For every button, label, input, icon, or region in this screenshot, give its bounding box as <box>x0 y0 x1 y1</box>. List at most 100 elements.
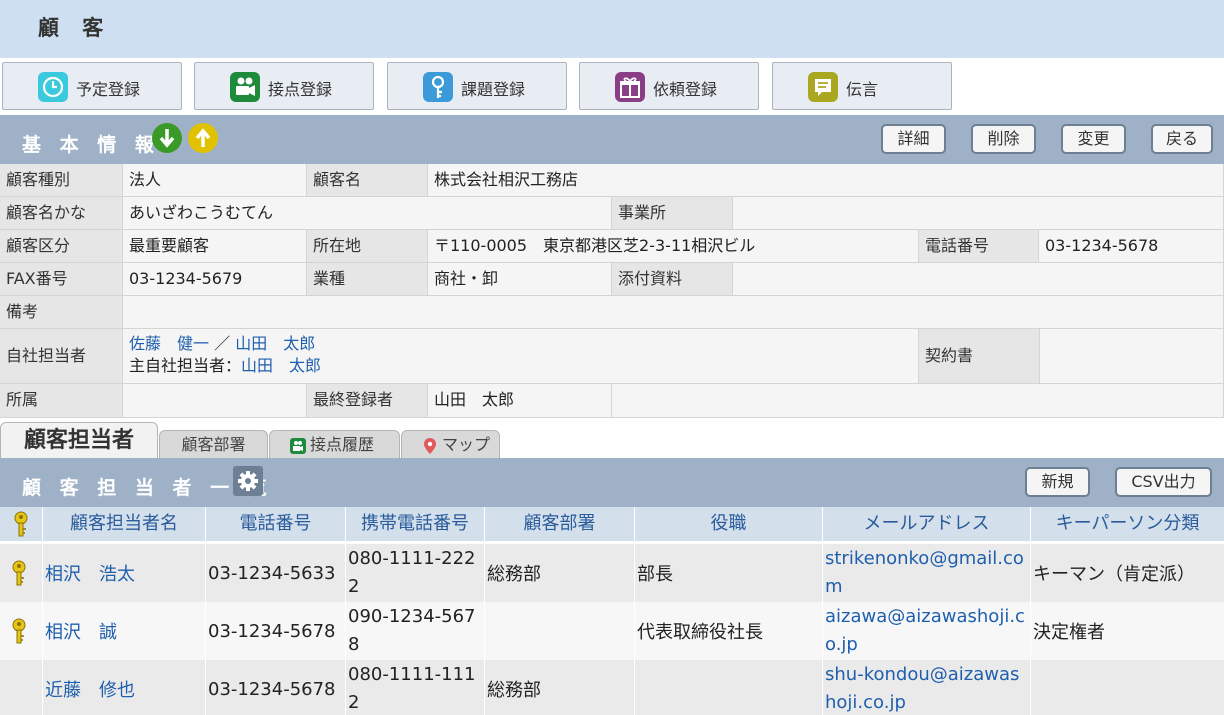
industry-label: 業種 <box>307 263 428 296</box>
edit-button[interactable]: 変更 <box>1061 124 1126 154</box>
tab-contact-history[interactable]: 接点履歴 <box>269 430 400 458</box>
request-register-button[interactable]: 依頼登録 <box>579 62 759 110</box>
contact-keyperson <box>1031 660 1224 715</box>
column-header-mobile[interactable]: 携帯電話番号 <box>346 507 485 541</box>
key-person-cell <box>0 602 43 660</box>
contact-position: 部長 <box>635 544 823 602</box>
tab-customer-departments[interactable]: 顧客部署 <box>159 430 268 458</box>
contract-value <box>1040 329 1224 384</box>
contact-position: 代表取締役社長 <box>635 602 823 660</box>
contact-email-link[interactable]: shu-kondou@aizawashoji.co.jp <box>823 660 1031 715</box>
phone-value: 03-1234-5678 <box>1039 230 1224 263</box>
contact-email-link[interactable]: aizawa@aizawashoji.co.jp <box>823 602 1031 660</box>
contact-phone: 03-1234-5678 <box>206 660 346 715</box>
message-button[interactable]: 伝言 <box>772 62 952 110</box>
column-header-department[interactable]: 顧客部署 <box>485 507 635 541</box>
fax-label: FAX番号 <box>0 263 123 296</box>
table-row[interactable]: 近藤 修也 03-1234-5678 080-1111-1112 総務部 shu… <box>0 660 1224 715</box>
note-icon <box>808 72 838 102</box>
phone-label: 電話番号 <box>919 230 1039 263</box>
main-staff-link[interactable]: 山田 太郎 <box>241 356 321 375</box>
column-header-name[interactable]: 顧客担当者名 <box>43 507 206 541</box>
contact-position <box>635 660 823 715</box>
contact-email-link[interactable]: strikenonko@gmail.com <box>823 544 1031 602</box>
address-label: 所在地 <box>307 230 428 263</box>
key-icon <box>12 560 26 586</box>
gift-icon <box>615 72 645 102</box>
contacts-list-header: 顧 客 担 当 者 一 覧 新規 CSV出力 <box>0 458 1224 507</box>
table-row[interactable]: 相沢 誠 03-1234-5678 090-1234-5678 代表取締役社長 … <box>0 602 1224 660</box>
contact-department: 総務部 <box>485 544 635 602</box>
customer-type-label: 顧客種別 <box>0 164 123 197</box>
contact-register-button[interactable]: 接点登録 <box>194 62 374 110</box>
request-register-label: 依頼登録 <box>653 80 718 99</box>
staff-separator: ／ <box>214 334 231 353</box>
page-header: 顧 客 <box>0 0 1224 58</box>
schedule-register-button[interactable]: 予定登録 <box>2 62 182 110</box>
contact-mobile: 090-1234-5678 <box>346 602 485 660</box>
customer-name-label: 顧客名 <box>307 164 428 197</box>
tab-map[interactable]: マップ <box>401 430 500 458</box>
gear-icon[interactable] <box>233 466 263 496</box>
contact-keyperson: 決定権者 <box>1033 622 1105 643</box>
fax-value: 03-1234-5679 <box>123 263 307 296</box>
arrow-up-icon[interactable] <box>188 123 218 153</box>
key-column-header <box>0 507 43 541</box>
page-title: 顧 客 <box>38 16 112 40</box>
attachment-label: 添付資料 <box>612 263 733 296</box>
tab-map-label: マップ <box>442 435 491 454</box>
clock-icon <box>38 72 68 102</box>
basic-info-title: 基 本 情 報 <box>22 134 160 156</box>
column-header-keyperson[interactable]: キーパーソン分類 <box>1031 507 1224 541</box>
note-label: 備考 <box>0 296 123 329</box>
table-row[interactable]: 相沢 浩太 03-1234-5633 080-1111-2222 総務部 部長 … <box>0 544 1224 602</box>
detail-button[interactable]: 詳細 <box>881 124 946 154</box>
contact-name-link[interactable]: 相沢 浩太 <box>43 544 206 602</box>
customer-category-value: 最重要顧客 <box>123 230 307 263</box>
contact-department: 総務部 <box>485 660 635 715</box>
staff-link[interactable]: 山田 太郎 <box>235 334 315 353</box>
issue-register-label: 課題登録 <box>461 80 526 99</box>
back-button[interactable]: 戻る <box>1151 124 1213 154</box>
column-header-email[interactable]: メールアドレス <box>823 507 1031 541</box>
customer-category-label: 顧客区分 <box>0 230 123 263</box>
key-icon <box>12 618 26 644</box>
csv-export-button[interactable]: CSV出力 <box>1115 467 1212 497</box>
video-camera-icon <box>290 438 306 454</box>
schedule-register-label: 予定登録 <box>76 80 141 99</box>
new-contact-button[interactable]: 新規 <box>1025 467 1090 497</box>
customer-type-value: 法人 <box>123 164 307 197</box>
basic-info-header: 基 本 情 報 詳細 削除 変更 戻る <box>0 115 1224 164</box>
tab-bar: 顧客担当者 顧客部署 接点履歴 マップ <box>0 418 1224 458</box>
customer-name-value: 株式会社相沢工務店 <box>428 164 1224 197</box>
column-header-phone[interactable]: 電話番号 <box>206 507 346 541</box>
main-staff-label: 主自社担当者： <box>129 356 242 375</box>
last-registrant-label: 最終登録者 <box>307 384 428 418</box>
affiliation-value <box>123 384 307 418</box>
key-person-cell <box>0 544 43 602</box>
basic-info-table: 顧客種別 法人 顧客名 株式会社相沢工務店 顧客名かな あいざわこうむてん 事業… <box>0 164 1224 418</box>
customer-kana-label: 顧客名かな <box>0 197 123 230</box>
office-label: 事業所 <box>612 197 733 230</box>
last-registrant-value: 山田 太郎 <box>428 384 612 418</box>
column-header-position[interactable]: 役職 <box>635 507 823 541</box>
message-label: 伝言 <box>846 80 879 99</box>
staff-link[interactable]: 佐藤 健一 <box>129 334 209 353</box>
issue-register-button[interactable]: 課題登録 <box>387 62 567 110</box>
staff-label: 自社担当者 <box>0 329 123 384</box>
tab-customer-contacts[interactable]: 顧客担当者 <box>0 422 158 458</box>
contact-mobile: 080-1111-2222 <box>346 544 485 602</box>
delete-button[interactable]: 削除 <box>971 124 1036 154</box>
contact-name-link[interactable]: 近藤 修也 <box>43 660 206 715</box>
video-camera-icon <box>230 72 260 102</box>
contact-mobile: 080-1111-1112 <box>346 660 485 715</box>
contact-name-link[interactable]: 相沢 誠 <box>43 602 206 660</box>
staff-value: 佐藤 健一 ／ 山田 太郎 主自社担当者：山田 太郎 <box>123 329 919 384</box>
arrow-down-icon[interactable] <box>152 123 182 153</box>
contact-register-label: 接点登録 <box>268 80 333 99</box>
tab-contact-history-label: 接点履歴 <box>310 435 375 454</box>
contact-department <box>485 602 635 660</box>
contacts-table-header: 顧客担当者名 電話番号 携帯電話番号 顧客部署 役職 メールアドレス キーパーソ… <box>0 507 1224 541</box>
contact-keyperson: キーマン（肯定派） <box>1033 564 1195 585</box>
contact-phone: 03-1234-5678 <box>206 602 346 660</box>
